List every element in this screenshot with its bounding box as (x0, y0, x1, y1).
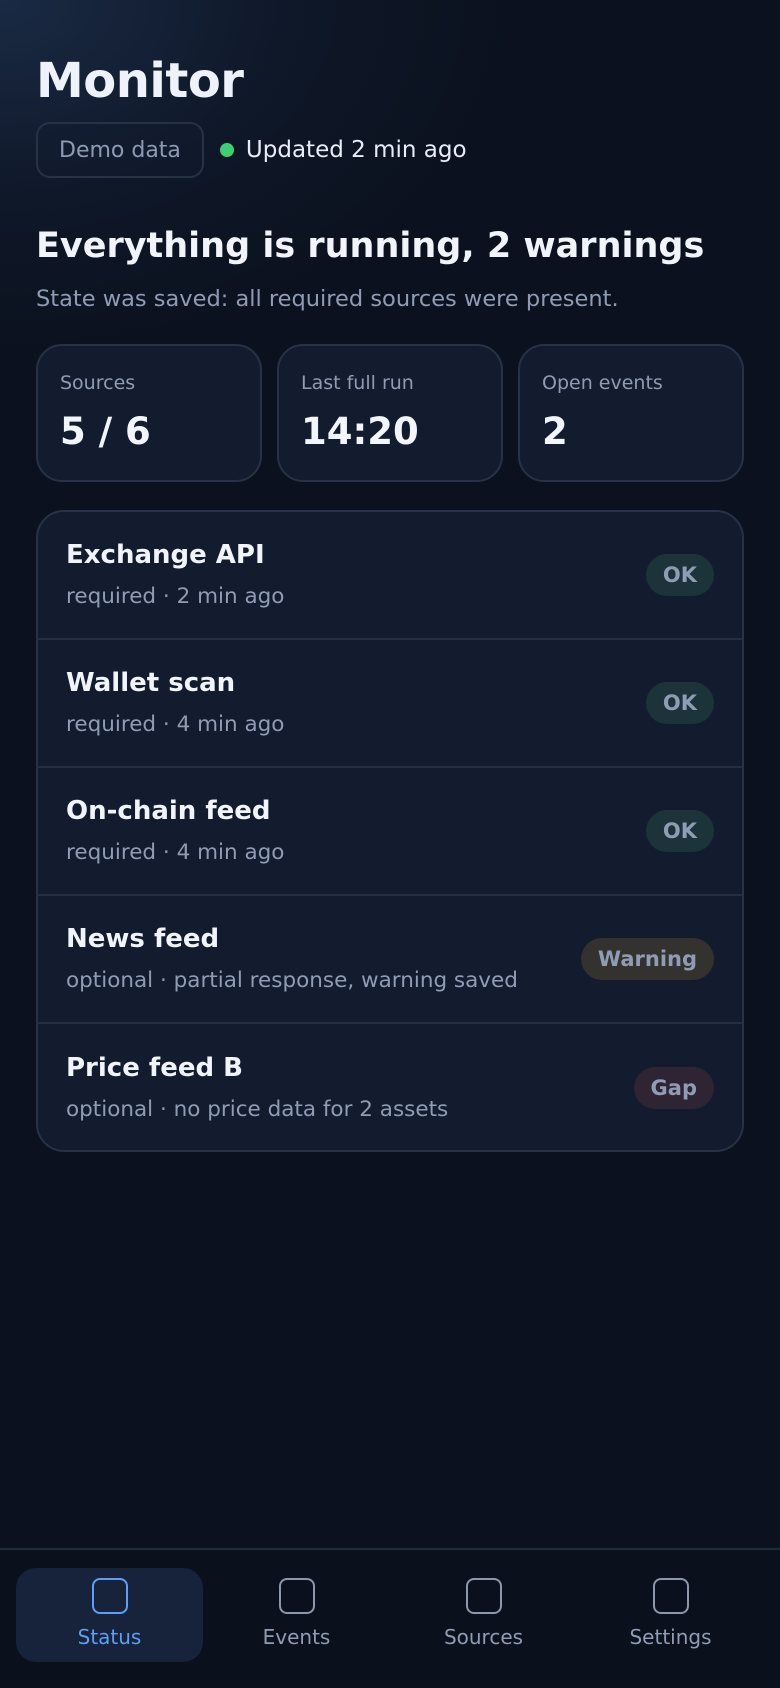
monitor-screen: Monitor Demo data Updated 2 min ago Ever… (0, 0, 780, 1688)
tab-label: Settings (629, 1625, 712, 1649)
stats-row: Sources 5 / 6 Last full run 14:20 Open e… (36, 344, 744, 482)
updated-text: Updated 2 min ago (245, 137, 467, 163)
source-detail: optional · partial response, warning sav… (66, 968, 518, 993)
source-detail: required · 2 min ago (66, 584, 285, 609)
source-detail: optional · no price data for 2 assets (66, 1097, 449, 1122)
source-detail: required · 4 min ago (66, 712, 285, 737)
events-icon (278, 1578, 315, 1614)
tab-label: Events (262, 1625, 331, 1649)
source-name: On-chain feed (66, 796, 271, 826)
stat-value: 2 (542, 410, 568, 453)
stat-value: 14:20 (301, 410, 419, 453)
stat-card-sources: Sources 5 / 6 (36, 344, 262, 482)
source-text: News feed optional · partial response, w… (66, 922, 518, 996)
page-title: Monitor (36, 53, 244, 109)
status-badge: OK (645, 554, 714, 596)
summary-headline: Everything is running, 2 warnings (36, 226, 705, 266)
source-text: Wallet scan required · 4 min ago (66, 666, 284, 740)
bottom-tab-bar: Status Events Sources Settings (0, 1548, 780, 1688)
status-badge: Warning (580, 938, 714, 980)
stat-label: Open events (542, 372, 663, 394)
source-detail: required · 4 min ago (66, 840, 285, 865)
tab-status[interactable]: Status (16, 1568, 203, 1662)
source-row-on-chain-feed[interactable]: On-chain feed required · 4 min ago OK (38, 768, 742, 896)
status-badge: Gap (633, 1067, 714, 1109)
tab-sources[interactable]: Sources (390, 1568, 577, 1662)
sources-icon (465, 1578, 502, 1614)
stat-value: 5 / 6 (60, 410, 151, 453)
source-row-price-feed-b[interactable]: Price feed B optional · no price data fo… (38, 1024, 742, 1150)
source-name: Price feed B (66, 1053, 243, 1083)
status-dot-icon (219, 143, 234, 157)
source-name: Wallet scan (66, 668, 236, 698)
stat-card-last-full-run: Last full run 14:20 (277, 344, 503, 482)
demo-data-chip[interactable]: Demo data (36, 122, 204, 178)
status-badge: OK (645, 810, 714, 852)
source-row-exchange-api[interactable]: Exchange API required · 2 min ago OK (38, 512, 742, 640)
source-row-news-feed[interactable]: News feed optional · partial response, w… (38, 896, 742, 1024)
updated-status: Updated 2 min ago (219, 137, 467, 163)
source-name: News feed (66, 924, 220, 954)
meta-row: Demo data Updated 2 min ago (36, 122, 744, 178)
tab-settings[interactable]: Settings (577, 1568, 764, 1662)
tab-events[interactable]: Events (203, 1568, 390, 1662)
source-row-wallet-scan[interactable]: Wallet scan required · 4 min ago OK (38, 640, 742, 768)
source-text: Price feed B optional · no price data fo… (66, 1051, 448, 1125)
source-text: Exchange API required · 2 min ago (66, 538, 284, 612)
tab-label: Sources (443, 1625, 524, 1649)
source-list: Exchange API required · 2 min ago OK Wal… (36, 510, 744, 1152)
source-name: Exchange API (66, 540, 265, 570)
status-icon (91, 1578, 128, 1614)
header: Monitor Demo data Updated 2 min ago (36, 52, 744, 178)
stat-card-open-events: Open events 2 (518, 344, 744, 482)
stat-label: Sources (60, 372, 136, 394)
status-badge: OK (645, 682, 714, 724)
stat-label: Last full run (301, 372, 414, 394)
summary-subline: State was saved: all required sources we… (36, 286, 619, 312)
source-text: On-chain feed required · 4 min ago (66, 794, 284, 868)
settings-icon (652, 1578, 689, 1614)
tab-label: Status (77, 1625, 142, 1649)
